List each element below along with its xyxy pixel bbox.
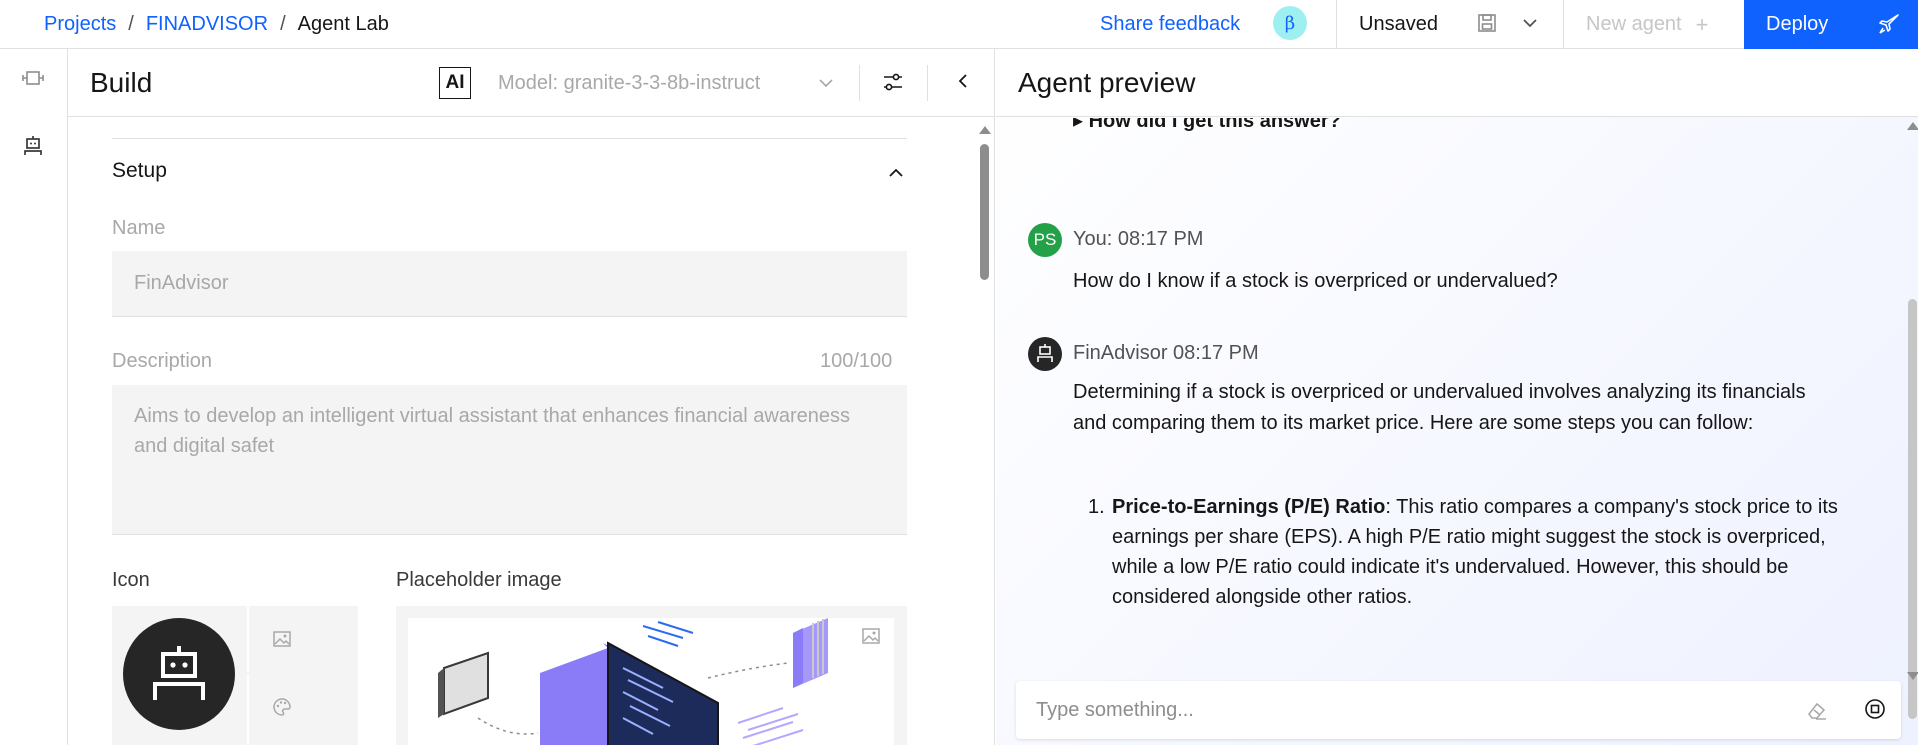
placeholder-image-preview (408, 618, 894, 745)
ai-badge: AI (439, 67, 471, 99)
new-agent-button[interactable]: New agent + (1586, 0, 1708, 49)
breadcrumb-separator: / (280, 13, 286, 35)
user-message-meta: You: 08:17 PM (1073, 228, 1204, 250)
model-select[interactable]: Model: granite-3-3-8b-instruct (498, 49, 760, 117)
how-did-i-get-this-answer-toggle[interactable]: ▸ How did I get this answer? (1073, 118, 1341, 133)
chevron-left-icon[interactable] (953, 71, 973, 96)
agent-message-meta: FinAdvisor 08:17 PM (1073, 342, 1259, 364)
upload-image-button[interactable] (247, 606, 313, 672)
divider (859, 65, 860, 101)
placeholder-image-label: Placeholder image (396, 569, 562, 591)
chevron-up-icon[interactable] (886, 163, 906, 188)
list-item-title: Price-to-Earnings (P/E) Ratio (1112, 496, 1386, 518)
placeholder-image-picker (396, 606, 907, 745)
message-input[interactable] (1016, 681, 1796, 739)
preview-header: Agent preview (996, 49, 1918, 117)
divider (1336, 0, 1337, 49)
list-number: 1. (1088, 496, 1105, 518)
avatar: PS (1028, 223, 1062, 257)
save-status: Unsaved (1359, 13, 1438, 35)
breadcrumb-project-link[interactable]: FINADVISOR (146, 13, 268, 36)
deploy-button[interactable]: Deploy (1744, 0, 1918, 49)
section-divider (112, 138, 907, 139)
scroll-up-arrow[interactable] (1906, 119, 1918, 137)
list-item: Price-to-Earnings (P/E) Ratio: This rati… (1112, 492, 1844, 612)
divider (1563, 0, 1564, 49)
robot-icon (153, 646, 205, 700)
eraser-icon[interactable] (1806, 699, 1828, 726)
divider (927, 65, 928, 101)
setup-section-title[interactable]: Setup (112, 159, 167, 183)
build-title: Build (90, 67, 153, 98)
share-feedback-link[interactable]: Share feedback (1100, 0, 1240, 49)
scroll-up-arrow[interactable] (978, 123, 992, 141)
stop-icon[interactable] (1864, 698, 1886, 725)
new-agent-label: New agent (1586, 13, 1682, 35)
build-header: Build AI Model: granite-3-3-8b-instruct (68, 49, 995, 117)
chat-transcript: ▸ How did I get this answer? PS You: 08:… (996, 118, 1918, 718)
breadcrumb-current: Agent Lab (297, 13, 389, 35)
agent-preview-panel: Agent preview ▸ How did I get this answe… (996, 49, 1918, 745)
user-message: How do I know if a stock is overpriced o… (1073, 270, 1558, 292)
robot-icon[interactable] (21, 135, 45, 164)
name-label: Name (112, 217, 166, 239)
agent-message-intro: Determining if a stock is overpriced or … (1073, 381, 1806, 434)
breadcrumb-projects-link[interactable]: Projects (44, 13, 116, 36)
color-palette-button[interactable] (247, 674, 313, 745)
name-field[interactable]: FinAdvisor (112, 251, 907, 317)
beta-badge[interactable]: β (1273, 6, 1307, 40)
plus-icon: + (1695, 11, 1709, 37)
robot-icon (1037, 344, 1053, 362)
preview-title: Agent preview (1018, 67, 1196, 98)
breadcrumb-separator: / (128, 13, 134, 35)
save-icon[interactable] (1477, 13, 1497, 38)
icon-label: Icon (112, 569, 150, 591)
chevron-down-icon[interactable] (1520, 13, 1540, 38)
description-field[interactable]: Aims to develop an intelligent virtual a… (112, 385, 907, 535)
build-panel: Build AI Model: granite-3-3-8b-instruct … (68, 49, 995, 745)
scroll-down-arrow[interactable] (1906, 669, 1918, 687)
palette-icon (273, 698, 291, 716)
build-scrollbar[interactable] (980, 144, 989, 280)
agent-icon-preview (123, 618, 235, 730)
preview-scrollbar[interactable] (1908, 299, 1917, 719)
top-bar: Projects / FINADVISOR / Agent Lab Share … (0, 0, 1918, 49)
message-composer (1016, 681, 1901, 739)
rocket-icon (1879, 14, 1899, 34)
flow-icon[interactable] (21, 69, 45, 92)
breadcrumb: Projects / FINADVISOR / Agent Lab (44, 0, 389, 49)
image-icon[interactable] (861, 626, 881, 651)
chevron-down-icon[interactable] (816, 73, 836, 98)
left-rail (0, 49, 68, 745)
deploy-label: Deploy (1766, 13, 1829, 35)
description-counter: 100/100 (820, 350, 893, 372)
agent-avatar (1028, 337, 1062, 371)
image-icon (273, 631, 291, 647)
description-label: Description (112, 350, 213, 372)
settings-adjust-icon[interactable] (881, 70, 905, 99)
